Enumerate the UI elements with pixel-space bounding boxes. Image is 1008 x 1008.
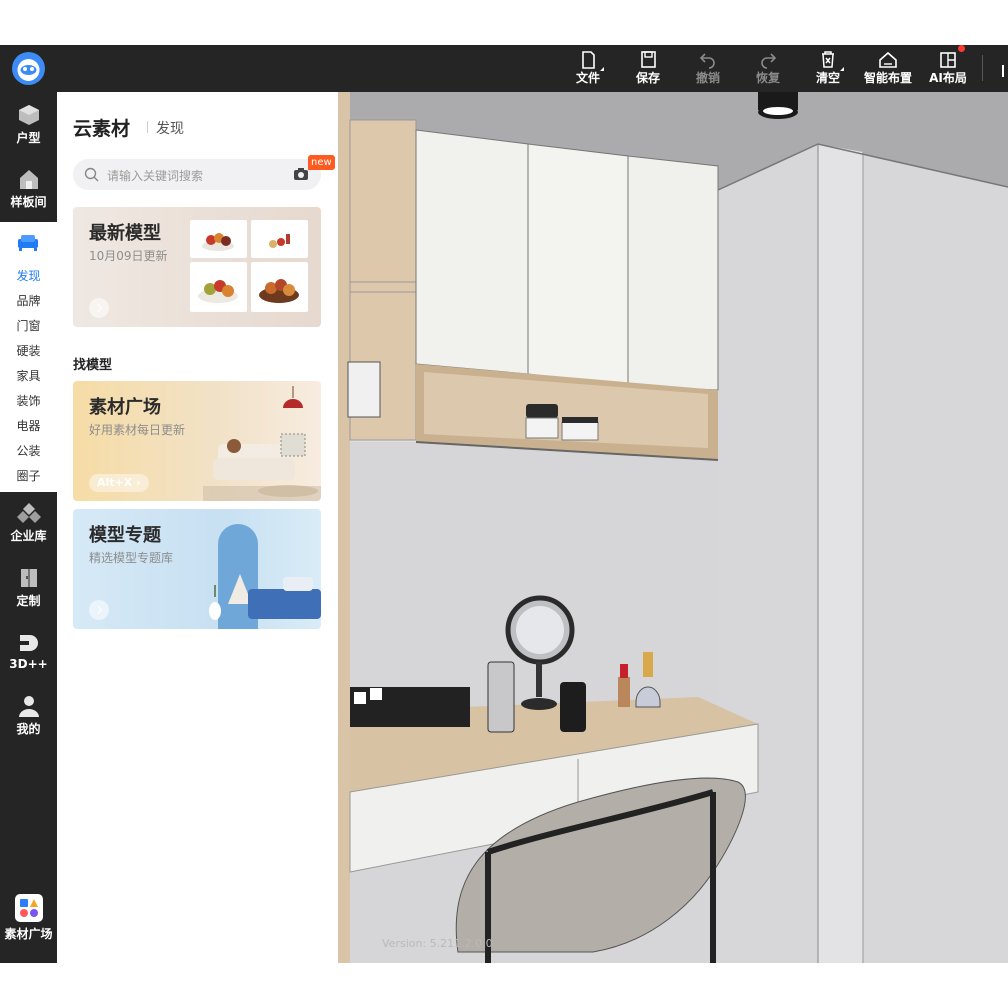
nav-showroom[interactable]: 样板间 bbox=[0, 168, 57, 210]
toolbar-divider bbox=[982, 55, 983, 81]
ai-layout-icon bbox=[940, 52, 956, 68]
nav-custom-label: 定制 bbox=[16, 594, 41, 608]
model-topics-subtitle: 精选模型专题库 bbox=[89, 551, 174, 565]
floorplan-icon bbox=[18, 105, 39, 125]
panel-subtitle[interactable]: 发现 bbox=[156, 118, 184, 138]
find-models-heading: 找模型 bbox=[73, 358, 113, 373]
save-label: 保存 bbox=[635, 71, 660, 85]
category-discover[interactable]: 发现 bbox=[0, 267, 57, 284]
nav-floorplan-label: 户型 bbox=[16, 131, 41, 145]
redo-button[interactable]: 恢复 bbox=[738, 45, 798, 92]
clear-icon bbox=[822, 51, 834, 68]
nav-mine[interactable]: 我的 bbox=[0, 695, 57, 737]
nav-mine-label: 我的 bbox=[16, 722, 41, 736]
material-plaza-title: 素材广场 bbox=[89, 397, 161, 418]
app-logo[interactable] bbox=[12, 52, 45, 85]
ai-layout-button[interactable]: AI布局 bbox=[918, 45, 978, 92]
left-nav: 户型 样板间 发现 品牌 门窗 硬装 家具 装饰 电器 公装 圈子 企业库 定制 bbox=[0, 92, 57, 963]
nav-floorplan[interactable]: 户型 bbox=[0, 104, 57, 146]
undo-label: 撤销 bbox=[695, 71, 720, 85]
smart-layout-button[interactable]: 智能布置 bbox=[858, 45, 918, 92]
file-label: 文件 bbox=[575, 71, 600, 85]
living-room-illustration bbox=[203, 386, 321, 501]
new-badge: new bbox=[308, 155, 335, 170]
arrow-icon bbox=[89, 298, 109, 318]
nav-material-plaza-label: 素材广场 bbox=[4, 927, 53, 941]
title-divider bbox=[147, 121, 148, 133]
shortcut-badge[interactable]: Alt+X › bbox=[89, 474, 149, 492]
file-icon bbox=[582, 51, 595, 69]
bedroom-illustration bbox=[209, 524, 321, 629]
clear-button[interactable]: 清空 bbox=[798, 45, 858, 92]
category-list: 发现 品牌 门窗 硬装 家具 装饰 电器 公装 圈子 bbox=[0, 222, 57, 492]
file-button[interactable]: 文件 bbox=[558, 45, 618, 92]
search-box[interactable]: 请输入关键词搜索 bbox=[73, 159, 321, 190]
category-community[interactable]: 圈子 bbox=[0, 467, 57, 484]
category-furniture[interactable]: 家具 bbox=[0, 367, 57, 384]
category-brand[interactable]: 品牌 bbox=[0, 292, 57, 309]
material-plaza-card[interactable]: 素材广场 好用素材每日更新 Alt+X › bbox=[73, 381, 321, 501]
nav-3dplus-label: 3D++ bbox=[9, 657, 48, 671]
undo-icon bbox=[699, 53, 715, 69]
enterprise-icon bbox=[16, 503, 41, 523]
custom-icon bbox=[20, 569, 37, 587]
smart-layout-icon bbox=[879, 51, 897, 68]
fruit-basket-thumb bbox=[251, 262, 308, 312]
search-icon bbox=[84, 167, 99, 182]
category-commercial[interactable]: 公装 bbox=[0, 442, 57, 459]
redo-label: 恢复 bbox=[755, 71, 780, 85]
nav-3dplus[interactable]: 3D++ bbox=[0, 632, 57, 671]
shortcut-label: Alt+X bbox=[97, 476, 133, 489]
nav-material-plaza[interactable]: 素材广场 bbox=[0, 894, 57, 942]
nav-enterprise[interactable]: 企业库 bbox=[0, 502, 57, 544]
latest-models-title: 最新模型 bbox=[89, 223, 161, 244]
model-topics-title: 模型专题 bbox=[89, 525, 161, 546]
panel-title: 云素材 bbox=[73, 118, 131, 140]
material-plaza-subtitle: 好用素材每日更新 bbox=[89, 423, 186, 437]
category-appliances[interactable]: 电器 bbox=[0, 417, 57, 434]
material-panel: 云素材 发现 请输入关键词搜索 new 最新模型 10月09日更新 找模型 素材… bbox=[57, 92, 338, 963]
nav-showroom-label: 样板间 bbox=[10, 195, 47, 209]
save-button[interactable]: 保存 bbox=[618, 45, 678, 92]
scene-render bbox=[338, 92, 1008, 963]
3dplus-icon bbox=[19, 635, 38, 651]
app-window: 文件 保存 撤销 恢复 清空 智能布置 AI布局 户型 样板间 发现 品牌 门窗… bbox=[0, 0, 1008, 1008]
latest-models-subtitle: 10月09日更新 bbox=[89, 249, 168, 263]
category-decoration[interactable]: 装饰 bbox=[0, 392, 57, 409]
model-topics-card[interactable]: 模型专题 精选模型专题库 bbox=[73, 509, 321, 629]
arrow-icon bbox=[89, 600, 109, 620]
ai-layout-label: AI布局 bbox=[929, 71, 967, 85]
search-input[interactable]: 请输入关键词搜索 bbox=[107, 167, 203, 184]
fruit-bowl-thumb bbox=[190, 220, 247, 258]
fruit-small-thumb bbox=[251, 220, 308, 258]
toolbar-overflow-indicator bbox=[1002, 65, 1008, 77]
nav-enterprise-label: 企业库 bbox=[10, 529, 47, 543]
category-hard-decoration[interactable]: 硬装 bbox=[0, 342, 57, 359]
material-plaza-icon bbox=[14, 894, 43, 922]
fruit-plate-thumb bbox=[190, 262, 247, 312]
notification-dot bbox=[958, 45, 965, 52]
user-icon bbox=[18, 696, 39, 717]
undo-button[interactable]: 撤销 bbox=[678, 45, 738, 92]
version-label: Version: 5.211.2.0.0 bbox=[382, 937, 493, 950]
camera-icon[interactable] bbox=[294, 168, 308, 180]
top-toolbar: 文件 保存 撤销 恢复 清空 智能布置 AI布局 bbox=[0, 45, 1008, 92]
3d-viewport[interactable]: Version: 5.211.2.0.0 bbox=[338, 92, 1008, 963]
latest-models-card[interactable]: 最新模型 10月09日更新 bbox=[73, 207, 321, 327]
nav-custom[interactable]: 定制 bbox=[0, 567, 57, 609]
redo-icon bbox=[761, 53, 777, 69]
save-icon bbox=[641, 51, 656, 68]
clear-label: 清空 bbox=[815, 71, 840, 85]
model-thumbnails bbox=[190, 220, 310, 314]
category-doors-windows[interactable]: 门窗 bbox=[0, 317, 57, 334]
sofa-icon bbox=[18, 235, 38, 251]
smart-layout-label: 智能布置 bbox=[863, 71, 912, 85]
showroom-icon bbox=[19, 170, 38, 189]
